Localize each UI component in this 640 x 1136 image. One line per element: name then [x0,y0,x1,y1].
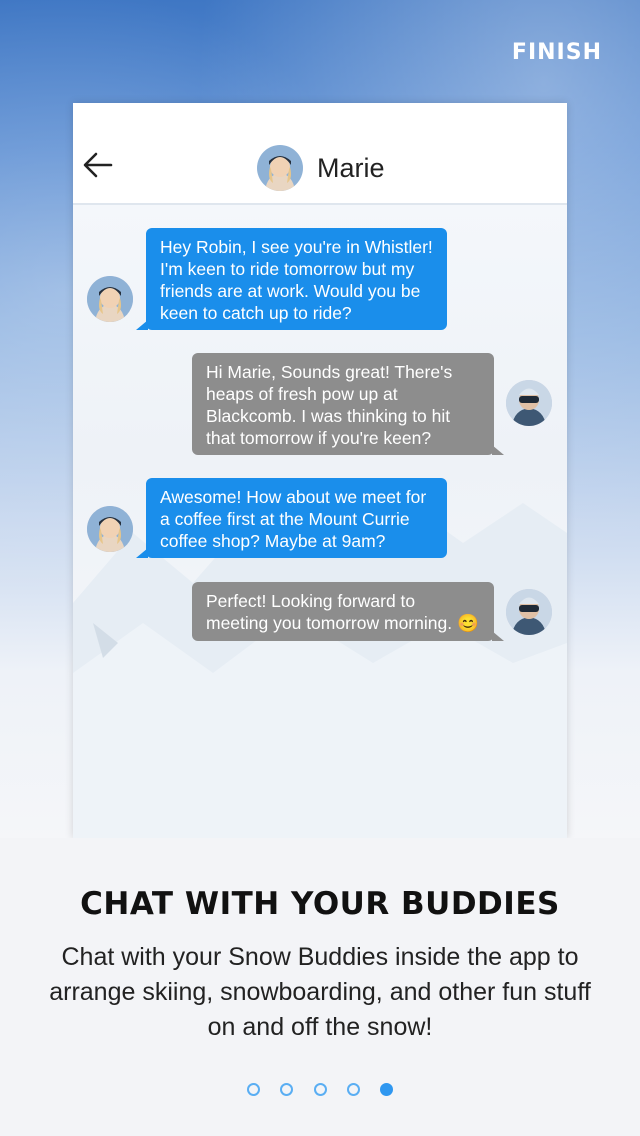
contact-avatar[interactable] [257,145,303,191]
onboarding-title: CHAT WITH YOUR BUDDIES [80,886,560,922]
robin-avatar [506,589,552,635]
marie-avatar [87,506,133,552]
message-bubble-outgoing: Hi Marie, Sounds great! There's heaps of… [192,353,504,455]
message-bubble-incoming: Hey Robin, I see you're in Whistler! I'm… [136,228,447,330]
page-dot-icon[interactable] [280,1083,294,1096]
page-dot-icon-active[interactable] [380,1083,394,1096]
back-arrow-icon[interactable] [81,148,115,182]
contact-name: Marie [317,153,385,183]
phone-preview: Marie Hey Robin, I see you're in Whistle… [73,103,567,838]
page-dot-icon[interactable] [346,1083,360,1096]
message-bubble-incoming: Awesome! How about we meet for a coffee … [136,478,447,558]
chat-header: Marie [73,103,567,205]
page-dot-icon[interactable] [313,1083,327,1096]
marie-avatar [87,276,133,322]
finish-button[interactable]: FINISH [512,40,602,65]
page-indicator [0,1083,640,1101]
robin-avatar [506,380,552,426]
onboarding-description: Chat with your Snow Buddies inside the a… [49,943,591,1041]
page-dot-icon[interactable] [246,1083,260,1096]
message-bubble-outgoing: Perfect! Looking forward to meeting you … [192,582,504,641]
